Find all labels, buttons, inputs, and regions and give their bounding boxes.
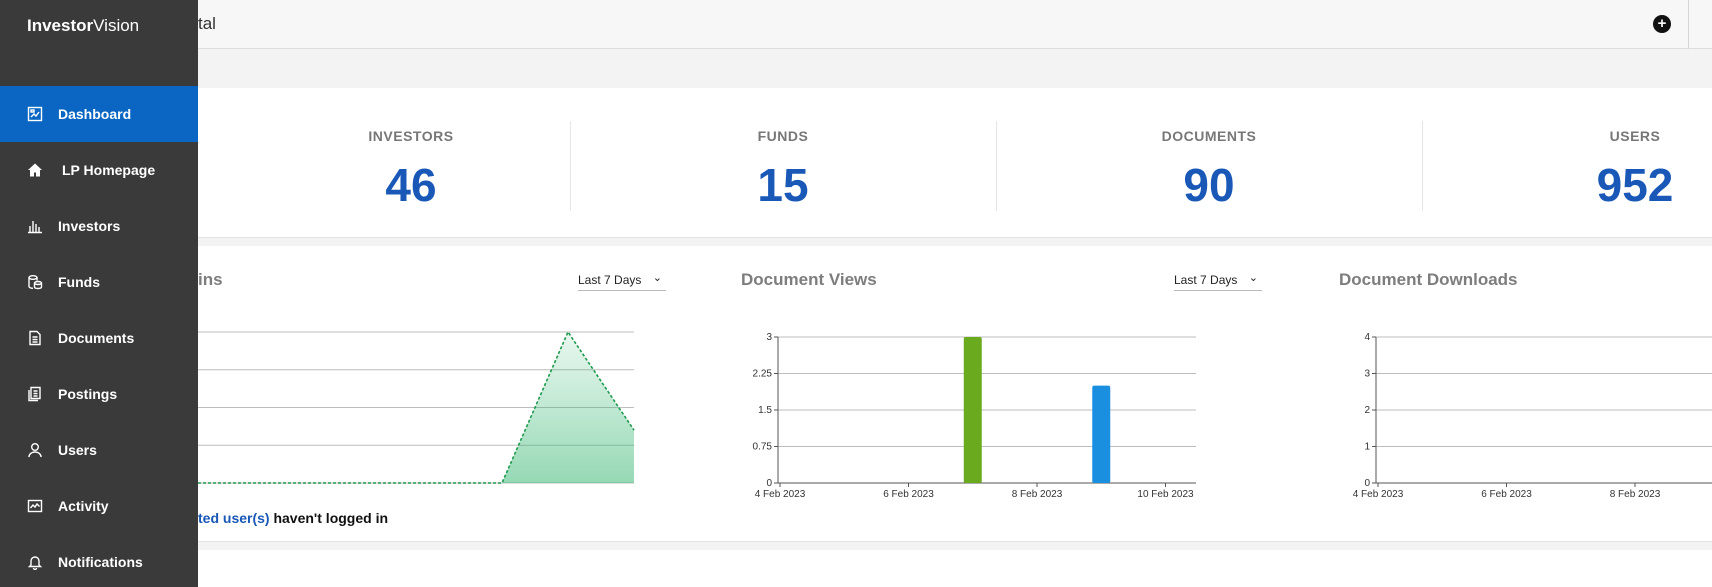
y-tick-label: 1.5 [758, 405, 772, 416]
x-tick-label: 10 Feb 2023 [1137, 489, 1194, 500]
logins-range-dropdown[interactable]: Last 7 Days ⌄ [578, 272, 666, 291]
users-link[interactable]: ted user(s) [198, 510, 270, 526]
bottom-panel [198, 550, 1712, 587]
sidebar-item-dashboard[interactable]: Dashboard [0, 86, 198, 142]
topbar-divider [1688, 0, 1689, 49]
data-bar [1092, 385, 1111, 483]
sidebar-item-label: Investors [58, 218, 121, 234]
x-tick-label: 4 Feb 2023 [1353, 489, 1404, 500]
bell-icon [26, 553, 44, 571]
data-bar [963, 337, 982, 483]
x-tick-label: 6 Feb 2023 [1481, 489, 1532, 500]
logins-chart [198, 330, 635, 484]
stat-funds[interactable]: FUNDS 15 [570, 88, 996, 238]
stat-label: DOCUMENTS [1161, 128, 1257, 144]
document-views-title: Document Views [741, 270, 877, 289]
stat-label: USERS [1609, 128, 1661, 144]
stat-investors[interactable]: INVESTORS 46 [198, 88, 624, 238]
note-text: haven't logged in [269, 510, 389, 526]
sidebar-item-label: Users [58, 442, 97, 458]
stat-documents[interactable]: DOCUMENTS 90 [996, 88, 1422, 238]
stat-value: 15 [757, 159, 809, 211]
add-icon[interactable]: + [1653, 15, 1671, 33]
y-tick-label: 4 [1364, 332, 1370, 343]
stat-value: 952 [1596, 159, 1674, 211]
sidebar-item-postings[interactable]: Postings [0, 366, 198, 422]
x-tick-label: 8 Feb 2023 [1012, 489, 1063, 500]
y-tick-label: 3 [766, 332, 772, 343]
sidebar-item-lp-homepage[interactable]: LP Homepage [0, 142, 198, 198]
stat-users[interactable]: USERS 952 [1422, 88, 1712, 238]
top-bar: tal + [0, 0, 1712, 49]
brand-bold: Investor [27, 16, 94, 35]
stat-value: 90 [1183, 159, 1235, 211]
bar-chart-icon [26, 217, 44, 235]
chevron-down-icon: ⌄ [652, 272, 662, 284]
y-tick-label: 3 [1364, 369, 1370, 380]
document-icon [26, 329, 44, 347]
page-title: tal [198, 14, 216, 33]
sidebar-item-investors[interactable]: Investors [0, 198, 198, 254]
sidebar: Investor Vision Dashboard LP Homepage Inv… [0, 0, 198, 587]
stat-value: 46 [385, 159, 437, 211]
chevron-down-icon: ⌄ [1248, 272, 1258, 284]
x-tick-label: 4 Feb 2023 [755, 489, 806, 500]
postings-icon [26, 385, 44, 403]
activity-icon [26, 497, 44, 515]
y-tick-label: 2.25 [753, 369, 773, 380]
sidebar-item-activity[interactable]: Activity [0, 478, 198, 534]
dropdown-value: Last 7 Days [1174, 273, 1238, 287]
y-tick-label: 0 [1364, 478, 1370, 489]
y-tick-label: 1 [1364, 442, 1370, 453]
stats-panel: INVESTORS 46 FUNDS 15 DOCUMENTS 90 USERS… [198, 88, 1712, 238]
logins-chart-title: ins [198, 270, 223, 289]
charts-panel: ins Last 7 Days ⌄ ted user(s) haven't log… [198, 246, 1712, 542]
sidebar-item-documents[interactable]: Documents [0, 310, 198, 366]
sidebar-item-notifications[interactable]: Notifications [0, 534, 198, 587]
sidebar-item-label: Funds [58, 274, 100, 290]
document-downloads-chart: 0 1 2 3 4 4 Feb 2023 6 Feb 2023 8 Feb 2023 [1353, 332, 1712, 500]
sidebar-item-label: LP Homepage [62, 162, 156, 178]
not-logged-in-note: ted user(s) haven't logged in [198, 510, 388, 526]
views-range-dropdown[interactable]: Last 7 Days ⌄ [1174, 272, 1262, 291]
y-tick-label: 0 [766, 478, 772, 489]
app-root: tal + Investor Vision Dashboard LP Homepa… [0, 0, 1712, 587]
home-icon [26, 161, 44, 179]
coins-icon [26, 273, 44, 291]
sidebar-item-funds[interactable]: Funds [0, 254, 198, 310]
y-tick-label: 2 [1364, 405, 1370, 416]
sidebar-item-label: Notifications [58, 554, 143, 570]
stat-label: INVESTORS [368, 128, 454, 144]
sidebar-item-label: Documents [58, 330, 135, 346]
stat-label: FUNDS [757, 128, 809, 144]
x-tick-label: 8 Feb 2023 [1610, 489, 1661, 500]
y-tick-label: 0.75 [753, 442, 773, 453]
sidebar-item-label: Dashboard [58, 106, 132, 122]
dashboard-icon [26, 105, 44, 123]
x-tick-label: 6 Feb 2023 [883, 489, 934, 500]
sidebar-item-label: Activity [58, 498, 109, 514]
brand-rest: Vision [93, 16, 140, 35]
document-downloads-title: Document Downloads [1339, 270, 1518, 289]
sidebar-item-users[interactable]: Users [0, 422, 198, 478]
user-icon [26, 441, 44, 459]
sidebar-item-label: Postings [58, 386, 118, 402]
dropdown-value: Last 7 Days [578, 273, 642, 287]
brand-logo[interactable]: Investor Vision [0, 0, 198, 86]
document-views-chart: 0 0.75 1.5 2.25 3 4 Feb 2023 6 Feb 2023 8 Feb 2… [753, 332, 1196, 500]
